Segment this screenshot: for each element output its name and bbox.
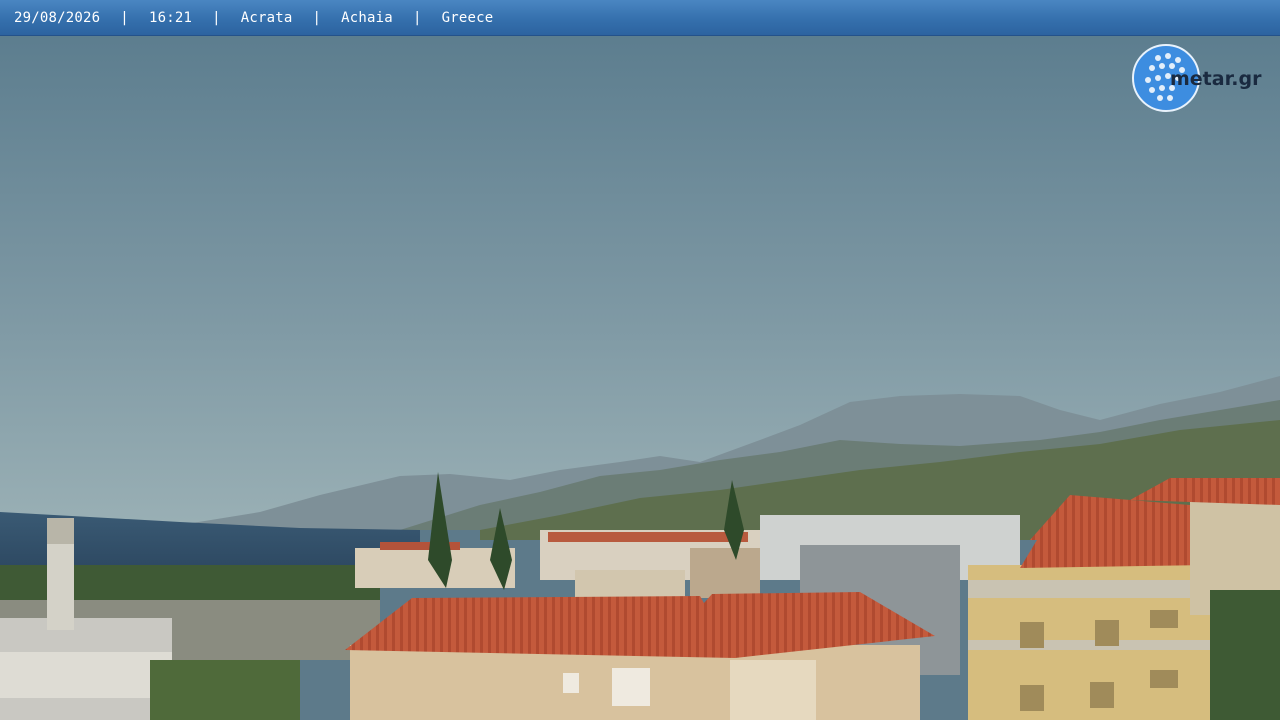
metar-logo: metar.gr	[1132, 44, 1262, 112]
separator: |	[312, 9, 322, 26]
date-label: 29/08/2026	[14, 9, 101, 26]
country-label: Greece	[441, 9, 494, 26]
time-label: 16:21	[148, 9, 193, 26]
logo-text: metar.gr	[1170, 68, 1262, 90]
timestamp-overlay-bar: 29/08/2026 | 16:21 | Acrata | Achaia | G…	[0, 0, 1280, 36]
reeds-vegetation	[150, 660, 300, 720]
webcam-scene	[0, 0, 1280, 720]
separator: |	[212, 9, 221, 26]
terracotta-roof	[345, 596, 735, 658]
region-label: Achaia	[341, 9, 393, 26]
place-label: Acrata	[240, 9, 293, 26]
separator: |	[412, 9, 422, 26]
foreground-house	[345, 592, 935, 720]
separator: |	[120, 9, 129, 26]
